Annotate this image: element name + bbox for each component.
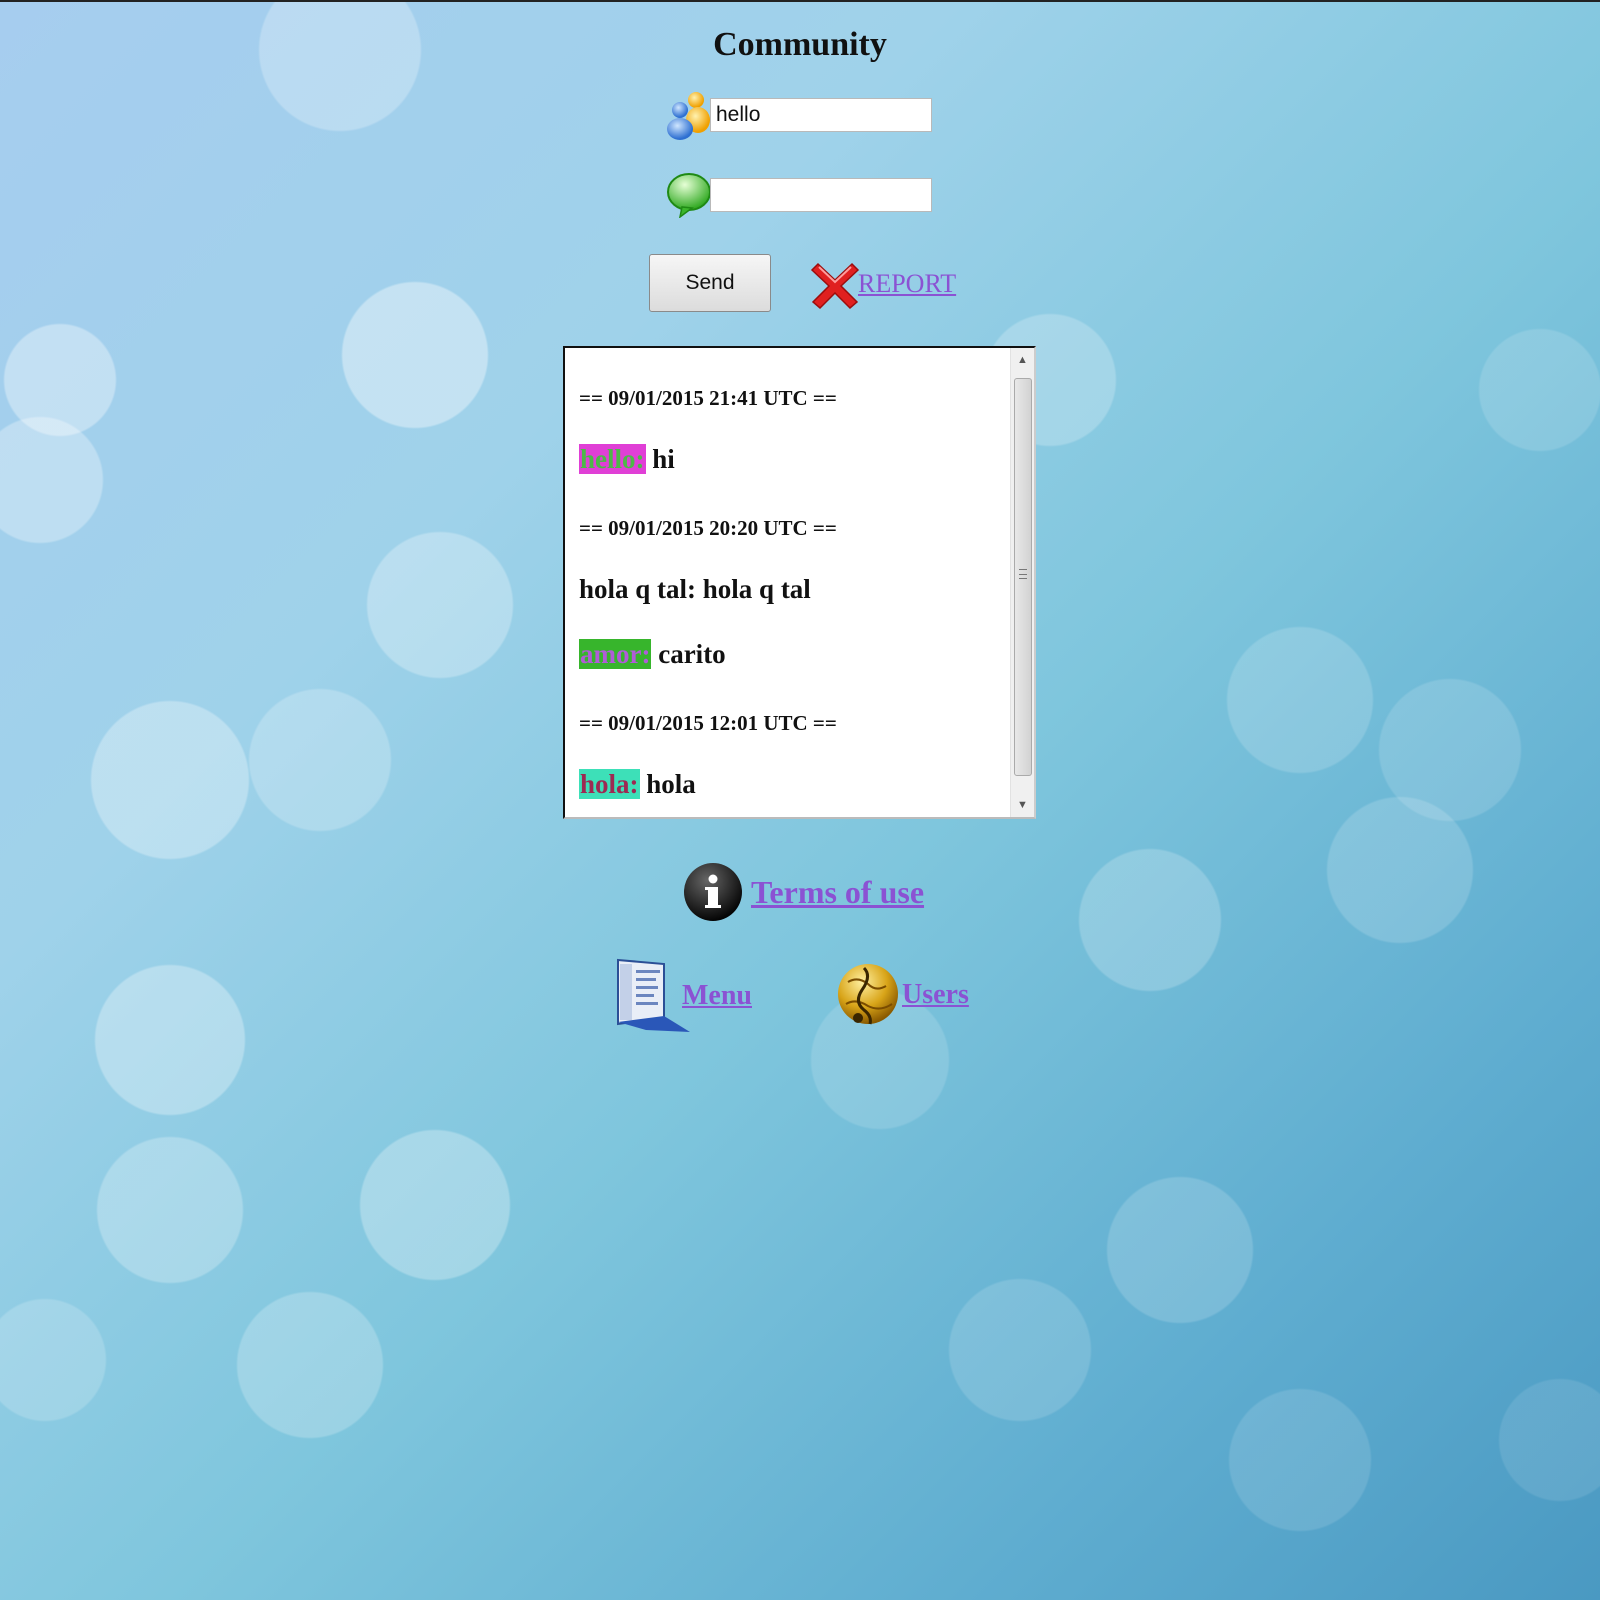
chat-message: hello: hi — [579, 444, 675, 475]
chat-message: amor: carito — [579, 639, 726, 670]
chat-log[interactable]: == 09/01/2015 21:41 UTC == hello: hi == … — [563, 346, 1036, 819]
red-x-icon — [810, 258, 860, 310]
chat-text: hola — [646, 769, 696, 799]
timestamp: == 09/01/2015 21:41 UTC == — [579, 386, 837, 410]
chat-text: hola q tal — [702, 574, 811, 604]
terms-label[interactable]: Terms of use — [751, 874, 924, 911]
top-border — [0, 0, 1600, 2]
send-button[interactable]: Send — [649, 254, 771, 312]
message-row — [664, 172, 932, 219]
menu-label[interactable]: Menu — [682, 980, 752, 1012]
chat-message: hola q tal: hola q tal — [579, 574, 811, 605]
chat-nick: amor: — [579, 639, 652, 669]
chat-scrollbar[interactable]: ▲ ▼ — [1010, 348, 1034, 817]
scroll-thumb[interactable] — [1014, 378, 1032, 776]
menu-link[interactable]: Menu — [616, 958, 752, 1034]
speech-bubble-icon — [664, 172, 714, 219]
chat-nick: hola q tal: — [579, 574, 697, 604]
message-input[interactable] — [710, 178, 932, 212]
chat-text: hi — [652, 444, 675, 474]
report-link[interactable]: REPORT — [810, 258, 956, 310]
users-label[interactable]: Users — [902, 979, 969, 1011]
report-label[interactable]: REPORT — [858, 269, 956, 299]
info-icon — [683, 862, 743, 922]
grip-icon — [1019, 569, 1027, 579]
chat-text: carito — [658, 639, 726, 669]
nick-row — [664, 90, 932, 140]
scroll-down-icon[interactable]: ▼ — [1011, 795, 1034, 815]
chat-nick: hello: — [579, 444, 646, 474]
scroll-up-icon[interactable]: ▲ — [1011, 350, 1034, 370]
timestamp: == 09/01/2015 12:01 UTC == — [579, 711, 837, 735]
page-title: Community — [713, 26, 887, 63]
users-link[interactable]: Users — [834, 960, 969, 1030]
users-icon — [664, 90, 714, 140]
terms-link[interactable]: Terms of use — [683, 862, 924, 922]
timestamp: == 09/01/2015 20:20 UTC == — [579, 516, 837, 540]
nick-input[interactable] — [710, 98, 932, 132]
window-screenshot-icon — [616, 958, 692, 1034]
chat-nick: hola: — [579, 769, 640, 799]
music-globe-icon — [834, 960, 900, 1030]
chat-message: hola: hola — [579, 769, 696, 800]
